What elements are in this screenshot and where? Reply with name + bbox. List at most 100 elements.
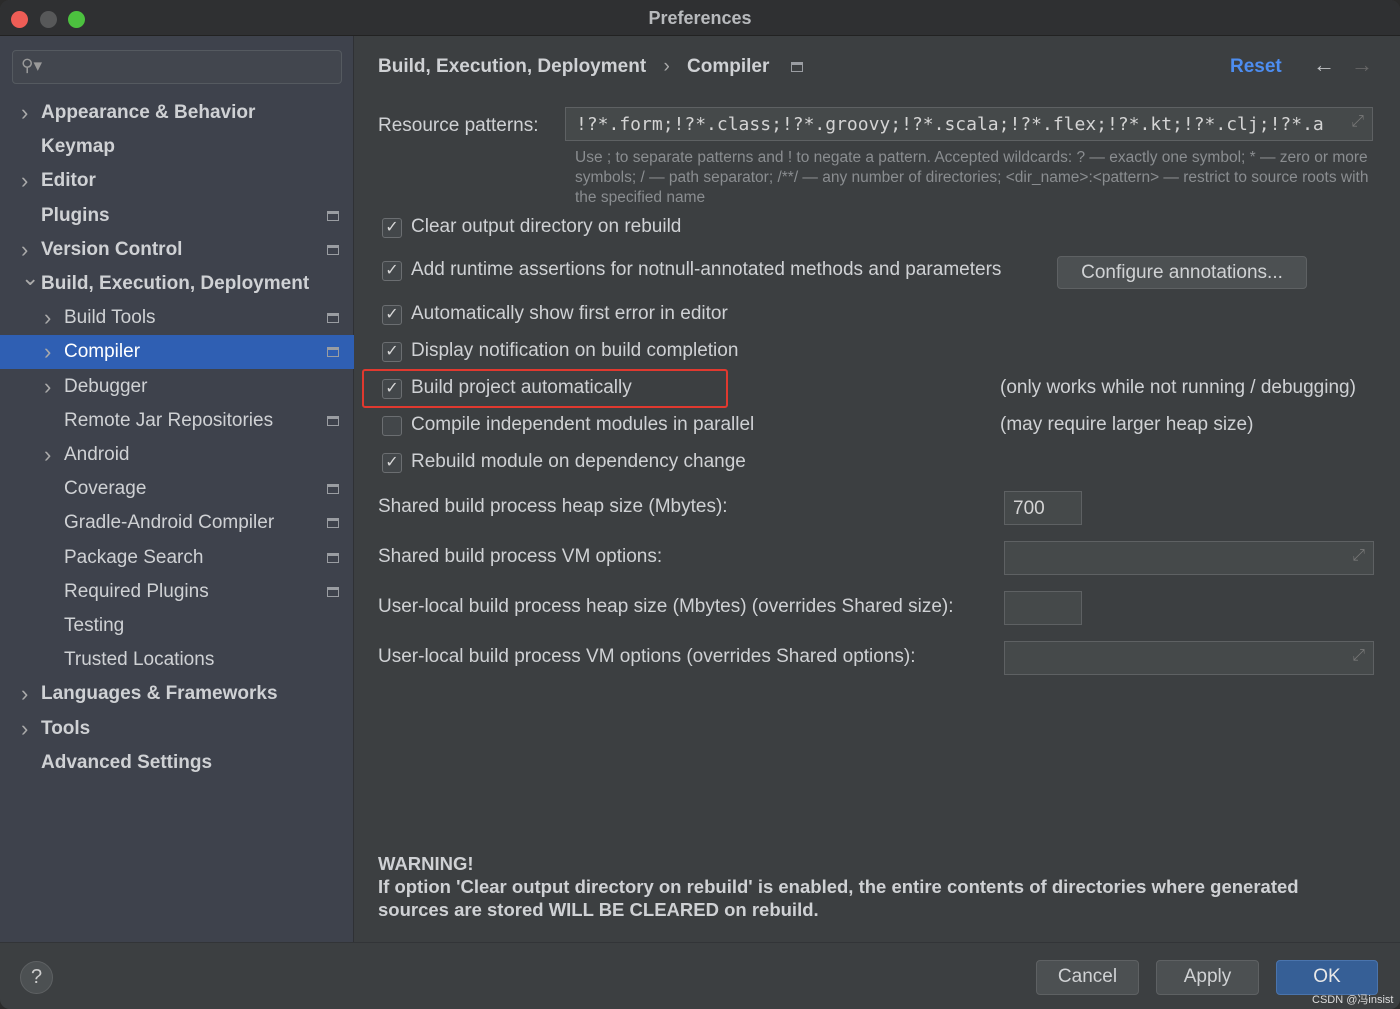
checkbox[interactable]: ✓ [382, 342, 402, 362]
sidebar-item[interactable]: Required Plugins [0, 575, 354, 609]
sidebar-item[interactable]: Plugins [0, 199, 354, 233]
dialog-footer: ? Cancel Apply OK CSDN @冯insist [0, 942, 1400, 1009]
resource-patterns-label: Resource patterns: [378, 115, 539, 136]
field-input[interactable]: ⤢ [1004, 641, 1374, 675]
checkbox-label[interactable]: Clear output directory on rebuild [411, 216, 681, 238]
sidebar-item[interactable]: Keymap [0, 130, 354, 164]
chevron-right-icon[interactable]: › [21, 712, 28, 746]
field-input[interactable] [1004, 591, 1082, 625]
checkbox-note: (may require larger heap size) [1000, 414, 1254, 435]
sidebar-item[interactable]: Testing [0, 609, 354, 643]
chevron-right-icon[interactable]: › [21, 677, 28, 711]
sidebar-item[interactable]: Coverage [0, 472, 354, 506]
expand-icon[interactable]: ⤢ [1352, 547, 1365, 565]
project-scope-icon [327, 313, 339, 324]
breadcrumb-current: Compiler [687, 56, 770, 77]
chevron-right-icon[interactable]: › [44, 301, 51, 335]
ok-button[interactable]: OK [1276, 960, 1378, 995]
sidebar-item-label: Build, Execution, Deployment [41, 273, 310, 294]
project-scope-icon [327, 347, 339, 358]
sidebar-item-label: Coverage [64, 478, 147, 500]
apply-button[interactable]: Apply [1156, 960, 1259, 995]
sidebar-item[interactable]: Advanced Settings [0, 746, 354, 780]
sidebar-item[interactable]: › Debugger [0, 370, 354, 404]
sidebar-item-label: Plugins [41, 204, 110, 226]
chevron-right-icon[interactable]: › [44, 335, 51, 369]
chevron-right-icon[interactable]: › [44, 370, 51, 404]
sidebar-item[interactable]: › Appearance & Behavior [0, 96, 354, 130]
chevron-right-icon[interactable]: › [21, 164, 28, 198]
sidebar-item[interactable]: › Compiler [0, 335, 354, 370]
field-input[interactable]: ⤢ [1004, 541, 1374, 575]
sidebar-item-label: Tools [41, 717, 91, 739]
sidebar-item[interactable]: › Android [0, 438, 354, 472]
project-scope-icon [327, 210, 339, 221]
resource-patterns-input[interactable]: !?*.form;!?*.class;!?*.groovy;!?*.scala;… [565, 107, 1373, 141]
warning-message: WARNING! If option 'Clear output directo… [378, 852, 1318, 921]
search-icon: ⚲▾ [21, 56, 42, 75]
warning-text: If option 'Clear output directory on reb… [378, 876, 1299, 920]
chevron-down-icon[interactable]: ⌄ [21, 261, 39, 295]
expand-icon[interactable]: ⤢ [1352, 647, 1365, 665]
checkbox[interactable]: ✓ [382, 453, 402, 473]
breadcrumb-separator-icon: › [663, 56, 670, 77]
close-window-button[interactable] [11, 11, 28, 28]
title-bar: Preferences [0, 0, 1400, 36]
sidebar-item-label: Debugger [64, 375, 148, 397]
checkbox[interactable] [382, 416, 402, 436]
field-label: User-local build process VM options (ove… [378, 646, 916, 667]
checkbox-label[interactable]: Automatically show first error in editor [411, 303, 728, 325]
forward-arrow-icon[interactable]: → [1351, 52, 1373, 78]
breadcrumb: Build, Execution, Deployment › Compiler [378, 56, 803, 78]
sidebar-item[interactable]: › Build Tools [0, 301, 354, 335]
chevron-right-icon[interactable]: › [44, 438, 51, 472]
project-scope-icon [327, 518, 339, 529]
maximize-window-button[interactable] [68, 11, 85, 28]
sidebar-item-label: Package Search [64, 546, 204, 568]
sidebar-item-label: Required Plugins [64, 580, 209, 602]
sidebar-item[interactable]: Gradle-Android Compiler [0, 506, 354, 540]
checkbox-label[interactable]: Compile independent modules in parallel [411, 414, 754, 436]
minimize-window-button[interactable] [40, 11, 57, 28]
watermark: CSDN @冯insist [1312, 994, 1394, 1006]
field-input[interactable]: 700 [1004, 491, 1082, 525]
sidebar-item[interactable]: Package Search [0, 541, 354, 575]
compiler-settings-panel: Build, Execution, Deployment › Compiler … [355, 36, 1400, 942]
sidebar-item[interactable]: › Languages & Frameworks [0, 677, 354, 711]
sidebar-item-label: Advanced Settings [41, 751, 213, 773]
field-label: Shared build process VM options: [378, 546, 663, 567]
sidebar-item[interactable]: Trusted Locations [0, 643, 354, 677]
preferences-window: Preferences ⚲▾ › Appearance & Behavior Key… [0, 0, 1400, 1009]
sidebar-item[interactable]: › Version Control [0, 233, 354, 267]
sidebar-item[interactable]: › Editor [0, 164, 354, 198]
back-arrow-icon[interactable]: ← [1313, 52, 1335, 78]
checkbox[interactable]: ✓ [382, 305, 402, 325]
checkbox-label[interactable]: Add runtime assertions for notnull-annot… [411, 259, 1001, 281]
resource-patterns-hint: Use ; to separate patterns and ! to nega… [575, 149, 1369, 206]
field-value: 700 [1013, 498, 1045, 519]
sidebar-item-label: Gradle-Android Compiler [64, 512, 275, 534]
project-scope-icon [790, 62, 803, 72]
project-scope-icon [327, 552, 339, 563]
checkbox-label[interactable]: Rebuild module on dependency change [411, 451, 746, 473]
checkbox[interactable]: ✓ [382, 261, 402, 281]
reset-link[interactable]: Reset [1230, 56, 1282, 78]
sidebar-item[interactable]: Remote Jar Repositories [0, 404, 354, 438]
configure-annotations-button[interactable]: Configure annotations... [1057, 256, 1307, 289]
chevron-right-icon[interactable]: › [21, 96, 28, 130]
expand-icon[interactable]: ⤢ [1351, 113, 1364, 131]
help-button[interactable]: ? [20, 961, 53, 994]
sidebar-item-label: Keymap [41, 136, 115, 158]
sidebar-item-label: Languages & Frameworks [41, 683, 278, 705]
checkbox[interactable]: ✓ [382, 218, 402, 238]
breadcrumb-parent[interactable]: Build, Execution, Deployment [378, 56, 646, 77]
checkbox-label[interactable]: Display notification on build completion [411, 340, 738, 362]
sidebar-item-label: Build Tools [64, 307, 156, 329]
highlight-box [362, 369, 728, 408]
cancel-button[interactable]: Cancel [1036, 960, 1139, 995]
project-scope-icon [327, 415, 339, 426]
field-label: Shared build process heap size (Mbytes): [378, 496, 728, 517]
sidebar-item[interactable]: › Tools [0, 712, 354, 746]
sidebar-item[interactable]: ⌄ Build, Execution, Deployment [0, 265, 354, 301]
settings-search-input[interactable]: ⚲▾ [12, 50, 342, 84]
